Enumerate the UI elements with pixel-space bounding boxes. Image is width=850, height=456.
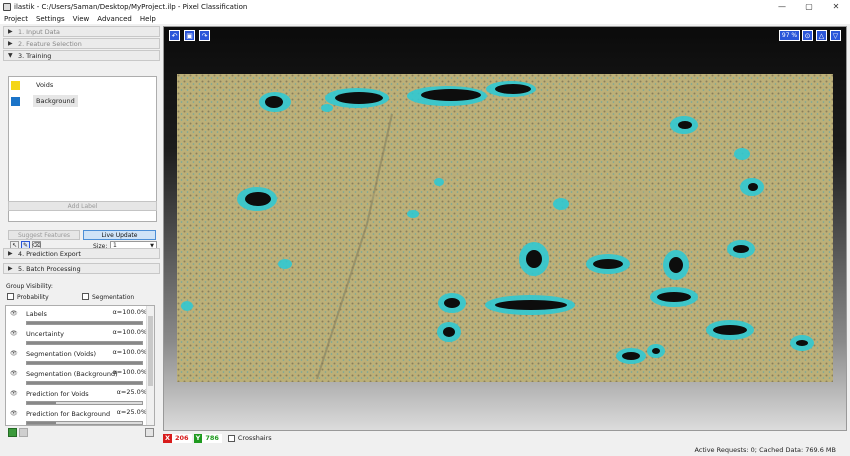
live-update-toggle[interactable]: Live Update	[83, 230, 156, 240]
zoom-level[interactable]: 97 %	[779, 30, 800, 41]
probability-checkbox[interactable]	[7, 293, 14, 300]
chevron-right-icon: ▶	[8, 265, 13, 272]
camera-icon[interactable]: ⊙	[802, 30, 813, 41]
label-item-background[interactable]: Background	[9, 93, 156, 109]
maximize-button[interactable]: ▢	[796, 0, 822, 13]
layer-item[interactable]: 👁 Uncertainty α=100.0%	[6, 327, 147, 347]
x-coordinate: X 206	[163, 433, 192, 443]
layer-item[interactable]: 👁 Segmentation (Voids) α=100.0%	[6, 347, 147, 367]
image-viewer[interactable]: ↶ ▣ ↷ 97 % ⊙ △ ▽	[163, 26, 847, 431]
applet-drawer: ▶ 1. Input Data ▶ 2. Feature Selection ▼…	[3, 26, 160, 440]
opacity-bar[interactable]	[26, 361, 143, 365]
cache-status: Active Requests: 0; Cached Data: 769.6 M…	[694, 446, 836, 454]
layer-list-scrollbar[interactable]	[146, 306, 154, 425]
eye-icon[interactable]: 👁	[10, 350, 18, 357]
group-visibility-label: Group Visibility:	[6, 283, 53, 290]
applet-training[interactable]: ▼ 3. Training	[3, 50, 160, 61]
rotate-left-icon[interactable]: ↶	[169, 30, 180, 41]
crosshairs-checkbox[interactable]	[227, 434, 235, 442]
menu-settings[interactable]: Settings	[32, 15, 69, 23]
opacity-bar[interactable]	[26, 421, 143, 425]
menu-bar: Project Settings View Advanced Help	[0, 13, 850, 24]
status-bar: X 206 Y 786 Crosshairs	[163, 433, 847, 443]
crosshairs-label: Crosshairs	[237, 434, 272, 442]
y-coordinate: Y 786	[193, 433, 222, 443]
eye-icon[interactable]: 👁	[10, 410, 18, 417]
eye-icon[interactable]: 👁	[10, 390, 18, 397]
remove-layer-icon[interactable]	[19, 428, 28, 437]
label-item-voids[interactable]: Voids	[9, 77, 156, 93]
opacity-bar[interactable]	[26, 381, 143, 385]
chevron-right-icon: ▶	[8, 40, 13, 47]
layer-item[interactable]: 👁 Prediction for Voids α=25.0%	[6, 387, 147, 407]
chevron-down-icon: ▼	[8, 52, 13, 59]
menu-help[interactable]: Help	[136, 15, 160, 23]
applet-feature-selection[interactable]: ▶ 2. Feature Selection	[3, 38, 160, 49]
opacity-bar[interactable]	[26, 401, 143, 405]
chevron-right-icon: ▶	[8, 250, 13, 257]
eye-icon[interactable]: 👁	[10, 330, 18, 337]
chevron-right-icon: ▶	[8, 28, 13, 35]
segmentation-checkbox[interactable]	[82, 293, 89, 300]
menu-project[interactable]: Project	[0, 15, 32, 23]
layer-options-icon[interactable]	[145, 428, 154, 437]
applet-input-data[interactable]: ▶ 1. Input Data	[3, 26, 160, 37]
arrow-down-icon[interactable]: ▽	[830, 30, 841, 41]
ilastik-app-icon	[3, 2, 11, 11]
add-label-button[interactable]: Add Label	[8, 201, 157, 211]
title-bar: ilastik - C:/Users/Saman/Desktop/MyProje…	[0, 0, 850, 13]
eye-icon[interactable]: 👁	[10, 370, 18, 377]
segmentation-overlay	[177, 74, 833, 382]
window-title: ilastik - C:/Users/Saman/Desktop/MyProje…	[14, 2, 248, 11]
label-color-swatch[interactable]	[11, 80, 20, 90]
minimize-button[interactable]: —	[769, 0, 795, 13]
probability-label: Probability	[17, 294, 49, 301]
suggest-features-button[interactable]: Suggest Features	[8, 230, 80, 240]
opacity-bar[interactable]	[26, 321, 143, 325]
label-color-swatch[interactable]	[11, 96, 20, 106]
layer-list: 👁 Labels α=100.0% 👁 Uncertainty α=100.0%…	[5, 305, 155, 426]
segmentation-label: Segmentation	[92, 294, 135, 301]
opacity-bar[interactable]	[26, 341, 143, 345]
menu-advanced[interactable]: Advanced	[93, 15, 136, 23]
menu-view[interactable]: View	[69, 15, 94, 23]
eye-icon[interactable]: 👁	[10, 310, 18, 317]
add-layer-icon[interactable]	[8, 428, 17, 437]
layer-item[interactable]: 👁 Prediction for Background α=25.0%	[6, 407, 147, 425]
layer-item[interactable]: 👁 Segmentation (Background) α=100.0%	[6, 367, 147, 387]
layer-item[interactable]: 👁 Labels α=100.0%	[6, 307, 147, 327]
image-canvas[interactable]	[177, 74, 833, 382]
rotate-right-icon[interactable]: ↷	[199, 30, 210, 41]
arrow-up-icon[interactable]: △	[816, 30, 827, 41]
fit-icon[interactable]: ▣	[184, 30, 195, 41]
applet-batch-processing[interactable]: ▶ 5. Batch Processing	[3, 263, 160, 274]
applet-prediction-export[interactable]: ▶ 4. Prediction Export	[3, 248, 160, 259]
close-button[interactable]: ✕	[823, 0, 849, 13]
